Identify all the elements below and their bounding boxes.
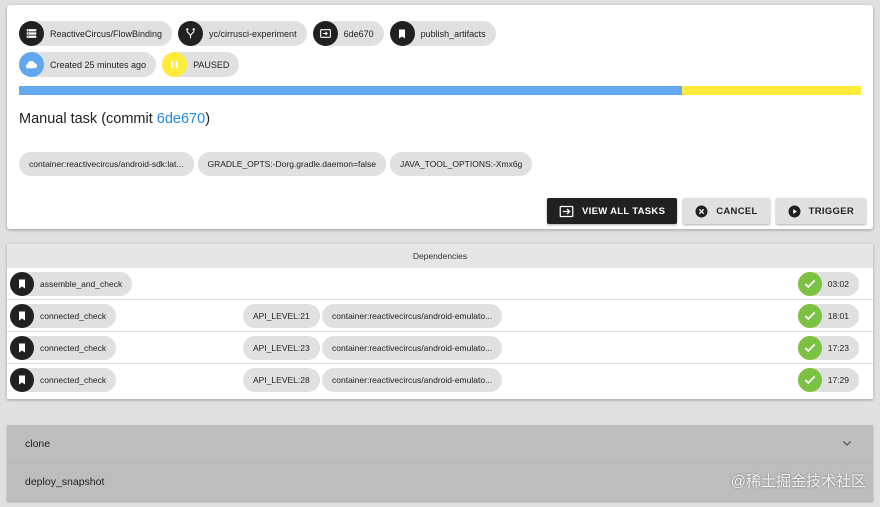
dependency-api-chip: API_LEVEL:21 xyxy=(243,304,320,328)
commit-label: 6de670 xyxy=(343,28,374,39)
chevron-down-icon[interactable] xyxy=(841,437,853,452)
check-icon xyxy=(797,368,822,392)
dependency-task-chip[interactable]: connected_check xyxy=(10,368,117,392)
accordion-clone[interactable]: clone xyxy=(7,425,873,463)
watermark: @稀土掘金技术社区 xyxy=(730,473,866,490)
dependency-row[interactable]: connected_check API_LEVEL:23 container:r… xyxy=(7,332,873,364)
page-title: Manual task (commit 6de670) xyxy=(19,111,210,127)
created-label: Created 25 minutes ago xyxy=(50,59,147,70)
exit-icon xyxy=(559,205,574,218)
env-chip-java-opts: JAVA_TOOL_OPTIONS:-Xmx6g xyxy=(389,152,533,176)
dependency-api-chip: API_LEVEL:28 xyxy=(243,368,320,392)
dependency-container-chip: container:reactivecircus/android-emulato… xyxy=(322,304,503,328)
progress-fill xyxy=(19,86,682,95)
env-chip-gradle-opts: GRADLE_OPTS:-Dorg.gradle.daemon=false xyxy=(197,152,386,176)
status-badge: PAUSED xyxy=(162,52,240,77)
accordion-clone-label: clone xyxy=(25,438,51,450)
view-all-tasks-button[interactable]: VIEW ALL TASKS xyxy=(547,198,678,224)
list-icon xyxy=(19,21,44,46)
commit-chip[interactable]: 6de670 xyxy=(312,21,384,46)
repo-label: ReactiveCircus/FlowBinding xyxy=(50,28,163,39)
dependency-duration: 03:02 xyxy=(827,279,849,289)
dependency-row[interactable]: connected_check API_LEVEL:21 container:r… xyxy=(7,300,873,332)
progress-remaining xyxy=(681,86,861,95)
dependency-container-chip: container:reactivecircus/android-emulato… xyxy=(322,368,503,392)
branch-chip[interactable]: yc/cirrusci-experiment xyxy=(178,21,307,46)
dependency-task-chip[interactable]: connected_check xyxy=(10,336,117,360)
title-prefix: Manual task (commit xyxy=(19,111,157,127)
dependency-task-chip[interactable]: assemble_and_check xyxy=(10,272,133,296)
title-suffix: ) xyxy=(205,111,211,127)
dependency-duration-chip: 17:23 xyxy=(797,336,859,360)
env-chip-container: container:reactivecircus/android-sdk:lat… xyxy=(19,152,194,176)
dependency-row[interactable]: connected_check API_LEVEL:28 container:r… xyxy=(7,364,873,396)
dependency-task-chip[interactable]: connected_check xyxy=(10,304,117,328)
dependencies-header: Dependencies xyxy=(7,244,873,268)
check-icon xyxy=(797,272,822,296)
dependency-duration: 17:23 xyxy=(827,343,849,353)
repo-chip[interactable]: ReactiveCircus/FlowBinding xyxy=(19,21,173,46)
bookmark-icon xyxy=(10,272,34,296)
dependency-row[interactable]: assemble_and_check 03:02 xyxy=(7,268,873,300)
task-info-chips: ReactiveCircus/FlowBinding yc/cirrusci-e… xyxy=(19,21,496,46)
trigger-label: TRIGGER xyxy=(808,205,854,217)
dependency-task-name: connected_check xyxy=(40,343,107,353)
view-all-tasks-label: VIEW ALL TASKS xyxy=(582,205,666,217)
bookmark-icon xyxy=(389,21,415,46)
commit-link[interactable]: 6de670 xyxy=(157,111,205,127)
trigger-button[interactable]: TRIGGER xyxy=(775,198,866,224)
branch-label: yc/cirrusci-experiment xyxy=(209,28,297,39)
task-progress-bar xyxy=(19,86,861,95)
accordion-deploy-snapshot-label: deploy_snapshot xyxy=(25,476,105,488)
cancel-button[interactable]: CANCEL xyxy=(683,198,770,224)
dependency-task-name: connected_check xyxy=(40,311,107,321)
dependency-api-chip: API_LEVEL:23 xyxy=(243,336,320,360)
dependency-task-name: assemble_and_check xyxy=(40,279,123,289)
task-actions: VIEW ALL TASKS CANCEL TRIGGER xyxy=(547,198,866,224)
dependency-duration-chip: 18:01 xyxy=(797,304,859,328)
dependency-task-name: connected_check xyxy=(40,375,107,385)
env-chips: container:reactivecircus/android-sdk:lat… xyxy=(19,152,533,176)
dependencies-panel: Dependencies assemble_and_check 03:02 co… xyxy=(7,244,873,399)
dependency-duration: 18:01 xyxy=(827,311,849,321)
check-icon xyxy=(797,336,822,360)
bookmark-icon xyxy=(10,336,34,360)
cancel-icon xyxy=(695,205,708,218)
pause-icon xyxy=(162,52,188,77)
bookmark-icon xyxy=(10,304,34,328)
cloud-icon xyxy=(19,52,44,77)
dependency-duration-chip: 17:29 xyxy=(797,368,859,392)
created-chip: Created 25 minutes ago xyxy=(19,52,157,77)
dependency-duration-chip: 03:02 xyxy=(797,272,859,296)
branch-icon xyxy=(178,21,204,46)
play-icon xyxy=(788,205,801,218)
task-name-chip[interactable]: publish_artifacts xyxy=(389,21,496,46)
task-card: ReactiveCircus/FlowBinding yc/cirrusci-e… xyxy=(7,5,873,229)
dependency-container-chip: container:reactivecircus/android-emulato… xyxy=(322,336,503,360)
check-icon xyxy=(797,304,822,328)
task-status-chips: Created 25 minutes ago PAUSED xyxy=(19,52,240,77)
commit-icon xyxy=(312,21,338,46)
bookmark-icon xyxy=(10,368,34,392)
status-label: PAUSED xyxy=(193,59,230,70)
dependency-duration: 17:29 xyxy=(827,375,849,385)
task-name-label: publish_artifacts xyxy=(420,28,486,39)
cancel-label: CANCEL xyxy=(716,205,758,217)
